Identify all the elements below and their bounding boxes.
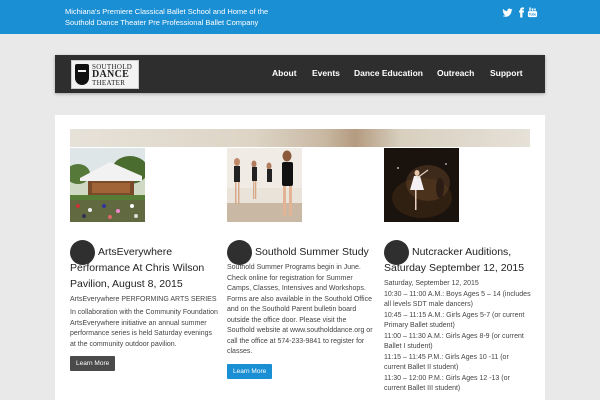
nav-item-support[interactable]: Support [490,68,523,78]
logo-text: SOUTHOLD DANCE THEATER [92,63,133,87]
post-icon [227,240,252,265]
ballet-class-photo[interactable] [227,148,302,222]
site-tagline: Michiana's Premiere Classical Ballet Sch… [65,7,325,28]
schedule-line: Saturday, September 12, 2015 [384,280,479,287]
facebook-icon[interactable] [516,7,527,19]
post-nutcracker-auditions: Nutcracker Auditions, Saturday September… [384,240,532,395]
nav-item-about[interactable]: About [272,68,297,78]
learn-more-button[interactable]: Learn More [70,356,116,371]
post-excerpt: In collaboration with the Community Foun… [70,309,218,348]
post-excerpt: Saturday, September 12, 2015 10:30 – 11:… [384,279,532,395]
tagline-line-1: Michiana's Premiere Classical Ballet Sch… [65,7,269,16]
schedule-line: 10:45 – 11:15 A.M.: Girls Ages 5-7 (or c… [384,311,525,330]
nav-item-events[interactable]: Events [312,68,340,78]
nav-item-outreach[interactable]: Outreach [437,68,474,78]
twitter-icon[interactable] [502,7,513,19]
pavilion-photo[interactable] [70,148,145,222]
top-bar: Michiana's Premiere Classical Ballet Sch… [0,0,600,34]
schedule-line: 11:00 – 11:30 A.M.: Girls Ages 8-9 (or c… [384,332,524,351]
youtube-icon[interactable]: Tube [527,7,538,19]
theater-mask-icon [75,64,89,85]
main-content: ArtsEverywhere Performance At Chris Wils… [55,115,545,400]
hero-banner-image [70,129,530,147]
post-subtitle: ArtsEverywhere PERFORMING ARTS SERIES [70,296,217,303]
site-logo[interactable]: SOUTHOLD DANCE THEATER [71,60,139,89]
svg-text:Tube: Tube [529,13,537,17]
post-icon [384,240,409,265]
post-arts-everywhere: ArtsEverywhere Performance At Chris Wils… [70,240,218,371]
nutcracker-photo[interactable] [384,148,459,222]
schedule-line: 11:15 – 11:45 P.M.: Girls Ages 10 -11 (o… [384,353,509,372]
schedule-line: 10:30 – 11:00 A.M.: Boys Ages 5 – 14 (in… [384,290,531,309]
schedule-line: 11:30 – 12:00 P.M.: Girls Ages 12 -13 (o… [384,374,510,393]
post-icon [70,240,95,265]
main-navigation: SOUTHOLD DANCE THEATER About Events Danc… [55,55,545,93]
nav-item-dance-education[interactable]: Dance Education [354,68,423,78]
learn-more-button[interactable]: Learn More [227,363,273,379]
post-summer-study: Southold Summer Study Southold Summer Pr… [227,240,375,379]
post-excerpt: Southold Summer Programs begin in June. … [227,264,373,355]
tagline-line-2: Southold Dance Theater Pre Professional … [65,17,259,27]
